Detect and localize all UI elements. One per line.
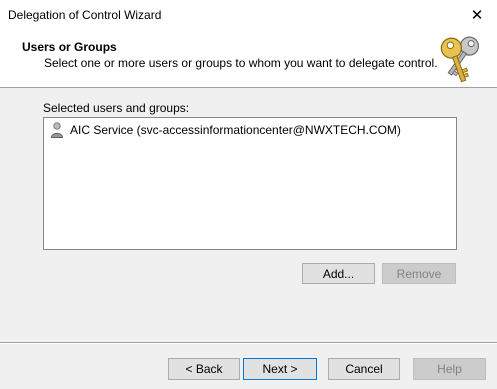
window-title: Delegation of Control Wizard xyxy=(8,8,162,22)
cancel-button[interactable]: Cancel xyxy=(328,358,400,380)
close-icon: ✕ xyxy=(470,7,484,24)
list-item[interactable]: AIC Service (svc-accessinformationcenter… xyxy=(50,122,401,138)
selected-users-list[interactable]: AIC Service (svc-accessinformationcenter… xyxy=(43,117,457,250)
divider-highlight xyxy=(0,343,497,344)
user-icon xyxy=(51,122,63,138)
help-button[interactable]: Help xyxy=(413,358,486,380)
page-subtitle: Select one or more users or groups to wh… xyxy=(44,56,438,70)
selected-users-label: Selected users and groups: xyxy=(43,101,190,115)
wizard-header: Users or Groups Select one or more users… xyxy=(0,30,497,88)
next-button[interactable]: Next > xyxy=(243,358,317,380)
close-button[interactable]: ✕ xyxy=(457,0,497,30)
keys-icon xyxy=(440,36,480,83)
title-bar: Delegation of Control Wizard ✕ xyxy=(0,0,497,30)
back-button[interactable]: < Back xyxy=(168,358,240,380)
page-title: Users or Groups xyxy=(22,40,117,54)
remove-button[interactable]: Remove xyxy=(382,263,456,284)
list-item-label: AIC Service (svc-accessinformationcenter… xyxy=(70,123,401,137)
add-button[interactable]: Add... xyxy=(302,263,375,284)
